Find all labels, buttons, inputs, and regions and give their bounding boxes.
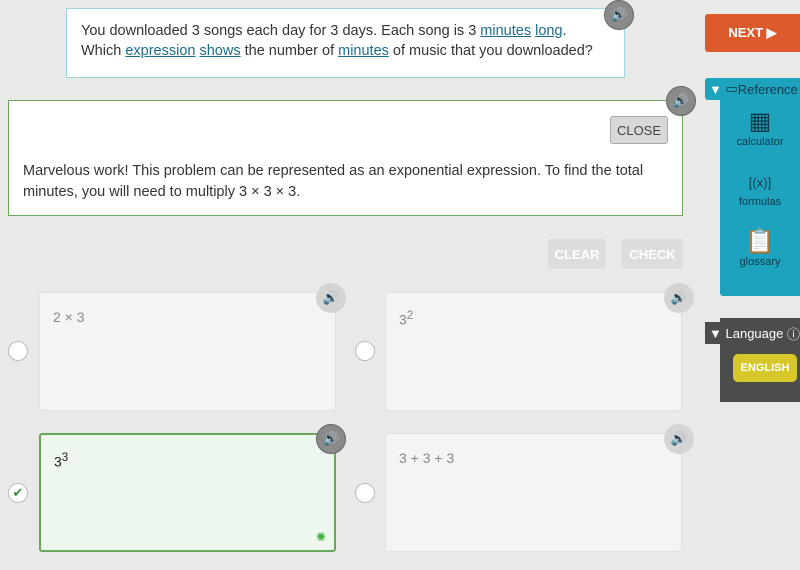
choice-speaker-icon[interactable]: 🔊 <box>664 283 694 313</box>
feedback-panel: Marvelous work! This problem can be repr… <box>8 100 683 216</box>
calculator-icon: ▦ <box>748 108 772 135</box>
language-toggle[interactable]: ▼ Language ⓘ <box>705 322 800 344</box>
choice-radio-4[interactable] <box>355 483 375 503</box>
next-button[interactable]: NEXT ▶ <box>705 14 800 52</box>
clear-button[interactable]: CLEAR <box>548 239 606 269</box>
formulas-icon: [(x)] <box>748 175 772 190</box>
choice-card-1[interactable]: 2 × 3 <box>39 292 336 411</box>
choice-card-4[interactable]: 3 + 3 + 3 <box>385 433 682 552</box>
clipboard-icon: 📋 <box>745 228 775 255</box>
choice-radio-3-checked[interactable]: ✔ <box>8 483 28 503</box>
reference-toggle[interactable]: ▼ ▭ Reference <box>705 78 800 100</box>
choice-speaker-icon[interactable]: 🔊 <box>316 283 346 313</box>
choice-card-3[interactable]: 33 ✺ <box>39 433 336 552</box>
glossary-button[interactable]: 📋 glossary <box>720 228 800 268</box>
glossary-link-minutes-2[interactable]: minutes <box>338 43 389 59</box>
choice-speaker-icon[interactable]: 🔊 <box>664 424 694 454</box>
choice-radio-2[interactable] <box>355 341 375 361</box>
feedback-speaker-icon[interactable]: 🔊 <box>666 86 696 116</box>
formulas-button[interactable]: [(x)] formulas <box>720 170 800 208</box>
glossary-link-minutes[interactable]: minutes <box>480 23 531 39</box>
choice-card-2[interactable]: 32 <box>385 292 682 411</box>
triangle-down-icon: ▼ <box>709 325 722 341</box>
glossary-link-long[interactable]: long <box>535 23 562 39</box>
glossary-link-shows[interactable]: shows <box>199 43 240 59</box>
glossary-link-expression[interactable]: expression <box>125 43 195 59</box>
reference-icon: ▭ <box>725 81 738 96</box>
english-button[interactable]: ENGLISH <box>733 354 797 382</box>
question-speaker-icon[interactable]: 🔊 <box>604 0 634 30</box>
calculator-button[interactable]: ▦ calculator <box>720 108 800 148</box>
info-icon[interactable]: ⓘ <box>787 324 800 343</box>
hint-lightbulb-icon: ✺ <box>315 530 326 544</box>
question-prompt: You downloaded 3 songs each day for 3 da… <box>66 8 625 78</box>
close-button[interactable]: CLOSE <box>610 116 668 144</box>
triangle-down-icon: ▼ <box>709 81 722 97</box>
choice-radio-1[interactable] <box>8 341 28 361</box>
choice-speaker-icon[interactable]: 🔊 <box>316 424 346 454</box>
check-button[interactable]: CHECK <box>622 239 683 269</box>
